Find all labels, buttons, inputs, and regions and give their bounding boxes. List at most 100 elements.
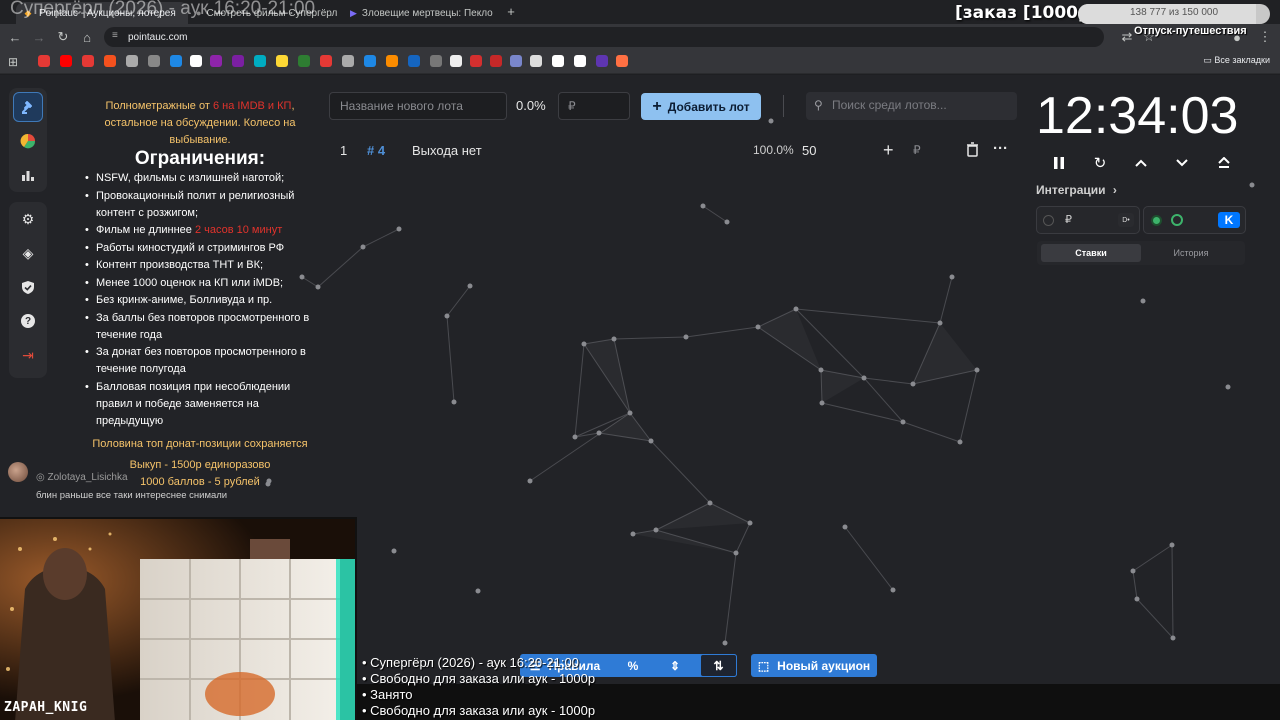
percent-toggle-button[interactable]: % [618, 654, 648, 677]
bookmark-icon[interactable] [470, 55, 482, 67]
bookmark-icon[interactable] [596, 55, 608, 67]
home-icon[interactable]: ⌂ [78, 28, 96, 46]
bookmark-icon[interactable] [126, 55, 138, 67]
sidebar-group-main [9, 88, 47, 192]
vk-bookmark-icon[interactable] [408, 55, 420, 67]
chevron-up-icon[interactable] [1131, 153, 1151, 173]
bookmark-icon[interactable] [232, 55, 244, 67]
integration-donation[interactable]: ₽ D• [1036, 206, 1140, 234]
lot-percent: 100.0% [753, 143, 794, 157]
sort-icon: ⇅ [713, 658, 724, 673]
sidebar-item-security[interactable] [13, 272, 43, 302]
network-node [793, 306, 799, 312]
restart-icon[interactable]: ↻ [1090, 153, 1110, 173]
shield-icon [22, 280, 34, 294]
bookmark-icon[interactable] [430, 55, 442, 67]
network-edge [959, 369, 978, 443]
more-icon[interactable]: ··· [993, 140, 1008, 157]
forward-icon[interactable]: → [30, 28, 48, 46]
bookmark-icon[interactable] [616, 55, 628, 67]
bookmark-icon[interactable] [254, 55, 266, 67]
lot-search-input[interactable]: ⚲ Поиск среди лотов... [806, 92, 1017, 120]
sidebar-item-help[interactable]: ? [13, 306, 43, 336]
bookmark-icon[interactable] [450, 55, 462, 67]
bookmark-icon[interactable] [530, 55, 542, 67]
bookmark-icon[interactable] [574, 55, 586, 67]
bookmark-icon[interactable] [552, 55, 564, 67]
bookmark-icon[interactable] [386, 55, 398, 67]
plus-icon[interactable]: + [883, 140, 894, 161]
bookmark-icon[interactable] [148, 55, 160, 67]
youtube-bookmark-icon[interactable] [82, 55, 94, 67]
gavel-icon [22, 101, 32, 114]
browser-tab-evil-dead[interactable]: ▶ Зловещие мертвецы: Пекло (2 [344, 2, 496, 24]
tab-history[interactable]: История [1141, 244, 1241, 262]
all-bookmarks-link[interactable]: ▭ Все закладки [1203, 55, 1270, 66]
order-overlay: [заказ [1000р] [955, 3, 1098, 23]
network-edge [650, 440, 711, 504]
sort-button[interactable]: ⇅ [700, 654, 737, 677]
lot-name[interactable]: Выхода нет [412, 143, 482, 158]
donationalerts-icon: D• [1118, 213, 1134, 227]
chevron-down-icon[interactable] [1172, 153, 1192, 173]
new-lot-percent: 0.0% [516, 98, 546, 113]
goal-progress-text: 138 777 из 150 000 [1129, 7, 1219, 18]
sidebar-item-wheel[interactable] [13, 126, 43, 156]
bookmark-icon[interactable] [510, 55, 522, 67]
integration-vk[interactable]: K [1143, 206, 1246, 234]
bookmark-icon[interactable] [364, 55, 376, 67]
network-edge [446, 285, 471, 317]
rule-item: За донат без повторов просмотренного в т… [85, 344, 318, 378]
back-icon[interactable]: ← [6, 28, 24, 46]
menu-icon[interactable]: ⋮ [1256, 28, 1274, 46]
sidebar-item-auction[interactable] [13, 92, 43, 122]
radio-on-icon[interactable] [1151, 215, 1162, 226]
network-node [900, 419, 906, 425]
sidebar-item-stats[interactable] [13, 160, 43, 190]
network-node [842, 524, 848, 530]
new-lot-amount-input[interactable]: ₽ [558, 92, 630, 120]
collapse-button[interactable]: ⇕ [660, 654, 690, 677]
network-node [724, 219, 730, 225]
bookmark-icon[interactable] [320, 55, 332, 67]
integrations-header[interactable]: Интеграции › [1036, 183, 1117, 197]
plus-icon[interactable]: + [502, 2, 520, 20]
sidebar-item-layers[interactable]: ◈ [13, 238, 43, 268]
sidebar-item-logout[interactable]: ⇥ [13, 340, 43, 370]
apps-grid-icon[interactable]: ⊞ [4, 53, 22, 71]
mail-bookmark-icon[interactable] [104, 55, 116, 67]
user-badge-icon: ◎ [36, 472, 48, 483]
rules-intro: Полнометражные от 6 на IMDB и КП, осталь… [104, 100, 296, 146]
double-chevron-up-icon[interactable] [1214, 153, 1234, 173]
new-auction-button[interactable]: ⬚ Новый аукцион [751, 654, 877, 677]
radio-off-icon[interactable] [1043, 215, 1054, 226]
network-node [1225, 384, 1231, 390]
trash-icon[interactable] [966, 142, 979, 160]
network-edge [863, 377, 904, 423]
network-node [1130, 568, 1136, 574]
tab-bids[interactable]: Ставки [1041, 244, 1141, 262]
reload-icon[interactable]: ↻ [54, 28, 72, 46]
lot-currency[interactable]: ₽ [913, 143, 921, 157]
site-info-icon: ≡ [112, 30, 118, 41]
lot-row[interactable]: 1 # 4 Выхода нет 100.0% 50 + ₽ ··· [330, 140, 1016, 162]
network-node [818, 367, 824, 373]
pause-icon[interactable] [1049, 153, 1069, 173]
new-auction-icon: ⬚ [757, 658, 770, 673]
bookmark-icon[interactable] [190, 55, 202, 67]
bookmark-icon[interactable] [276, 55, 288, 67]
bookmark-icon[interactable] [490, 55, 502, 67]
bookmark-icon[interactable] [342, 55, 354, 67]
compress-icon: ⇕ [669, 658, 681, 673]
mail-bookmark-icon[interactable] [38, 55, 50, 67]
address-bar[interactable]: ≡ pointauc.com [104, 27, 1104, 47]
rules-heading: Ограничения: [134, 148, 266, 169]
youtube-bookmark-icon[interactable] [60, 55, 72, 67]
twitch-bookmark-icon[interactable] [210, 55, 222, 67]
sidebar-item-settings[interactable]: ⚙ [13, 204, 43, 234]
sheets-bookmark-icon[interactable] [298, 55, 310, 67]
schedule-item: • Свободно для заказа или аук - 1000р [362, 703, 596, 718]
new-lot-name-input[interactable]: Название нового лота [329, 92, 507, 120]
chrome-bookmark-icon[interactable] [170, 55, 182, 67]
add-lot-button[interactable]: + Добавить лот [641, 93, 761, 120]
